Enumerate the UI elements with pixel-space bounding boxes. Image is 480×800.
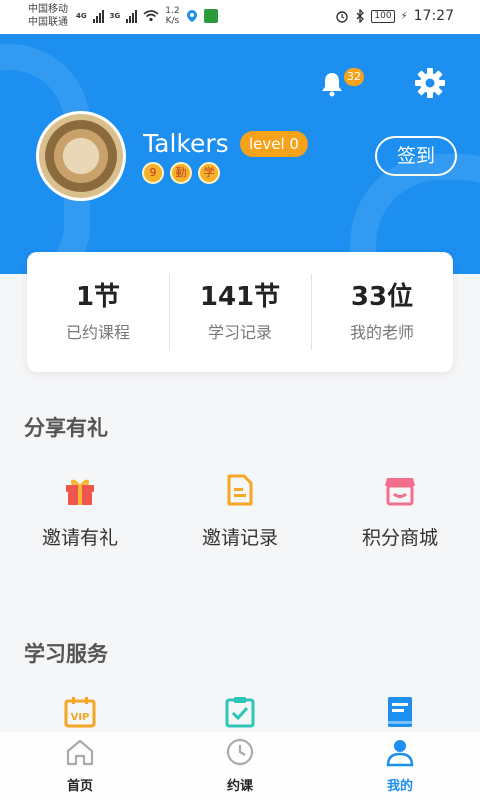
medal-badge: 学 xyxy=(198,162,220,184)
checklist-button[interactable] xyxy=(160,694,320,734)
stat-value: 33位 xyxy=(350,282,414,312)
tab-label: 我的 xyxy=(386,779,413,794)
stat-label: 学习记录 xyxy=(207,323,272,342)
signal-icon xyxy=(92,9,104,23)
tab-home[interactable]: 首页 xyxy=(0,732,160,800)
carrier-1: 中国移动 xyxy=(28,4,68,15)
points-mall-button[interactable]: 积分商城 xyxy=(320,472,480,550)
bluetooth-icon xyxy=(356,9,365,23)
stat-label: 我的老师 xyxy=(349,323,414,342)
tab-booking[interactable]: 约课 xyxy=(160,732,320,800)
alarm-icon xyxy=(336,11,349,23)
avatar[interactable] xyxy=(36,111,126,201)
medal-list: 9 勤 学 xyxy=(142,162,220,184)
book-icon xyxy=(388,697,412,727)
bell-icon[interactable] xyxy=(318,70,346,98)
clock-icon xyxy=(226,738,254,766)
checkin-button[interactable]: 签到 xyxy=(375,136,457,176)
net-type-1: 4G xyxy=(76,12,87,20)
home-icon xyxy=(66,739,94,766)
study-grid: VIP xyxy=(0,694,480,734)
charging-icon: ⚡ xyxy=(400,10,408,22)
section-title: 学习服务 xyxy=(24,642,108,666)
cell-label: 积分商城 xyxy=(361,527,438,549)
book-button[interactable] xyxy=(320,694,480,734)
stat-value: 141节 xyxy=(199,282,281,312)
svg-text:VIP: VIP xyxy=(71,712,90,723)
level-badge: level 0 xyxy=(240,131,308,157)
signal-icon-2 xyxy=(126,9,138,23)
status-bar: 中国移动 中国联通 4G 3G 1.2 K/s 100 ⚡ 17:27 xyxy=(0,0,480,34)
carrier-2: 中国联通 xyxy=(28,17,68,28)
speed-value: 1.2 xyxy=(165,6,180,16)
stat-my-teachers[interactable]: 33位 我的老师 xyxy=(311,252,453,372)
vip-calendar-icon: VIP xyxy=(64,697,96,728)
status-right: 100 ⚡ 17:27 xyxy=(335,8,454,24)
share-grid: 邀请有礼 邀请记录 积分商城 xyxy=(0,472,480,550)
invite-records-button[interactable]: 邀请记录 xyxy=(160,472,320,550)
location-icon xyxy=(186,10,197,22)
vip-button[interactable]: VIP xyxy=(0,694,160,734)
network-speed: 1.2 K/s xyxy=(165,6,179,26)
tab-mine[interactable]: 我的 xyxy=(320,732,480,800)
checklist-icon xyxy=(225,697,255,728)
tab-label: 约课 xyxy=(226,779,253,794)
battery-icon: 100 xyxy=(371,9,395,23)
document-icon xyxy=(227,474,253,506)
app-notification-icon xyxy=(203,9,218,23)
stat-study-records[interactable]: 141节 学习记录 xyxy=(169,252,311,372)
gift-icon xyxy=(66,479,94,505)
stat-label: 已约课程 xyxy=(65,323,130,342)
gear-icon[interactable] xyxy=(414,67,446,99)
person-icon xyxy=(386,740,414,767)
invite-reward-button[interactable]: 邀请有礼 xyxy=(0,472,160,550)
tab-label: 首页 xyxy=(66,779,93,794)
speed-unit: K/s xyxy=(165,16,180,26)
net-type-2: 3G xyxy=(109,12,121,20)
wifi-icon xyxy=(143,10,159,22)
stat-booked-courses[interactable]: 1节 已约课程 xyxy=(27,252,169,372)
network-icons: 4G 3G 1.2 K/s xyxy=(76,6,218,26)
medal-badge: 9 xyxy=(142,162,164,184)
clock: 17:27 xyxy=(413,8,454,24)
screen: 中国移动 中国联通 4G 3G 1.2 K/s 100 ⚡ 17:27 32 T… xyxy=(0,0,480,800)
notification-badge: 32 xyxy=(344,68,364,86)
share-section: 分享有礼 邀请有礼 邀请记录 积分商城 xyxy=(0,392,480,580)
medal-badge: 勤 xyxy=(170,162,192,184)
stat-value: 1节 xyxy=(75,282,121,312)
store-icon xyxy=(385,478,415,506)
carrier-info: 中国移动 中国联通 xyxy=(28,3,68,29)
stats-card: 1节 已约课程 141节 学习记录 33位 我的老师 xyxy=(27,252,453,372)
tab-bar: 首页 约课 我的 xyxy=(0,732,480,800)
section-title: 分享有礼 xyxy=(24,416,108,440)
cell-label: 邀请记录 xyxy=(201,527,278,549)
username: Talkers xyxy=(143,129,229,158)
cell-label: 邀请有礼 xyxy=(41,527,118,549)
